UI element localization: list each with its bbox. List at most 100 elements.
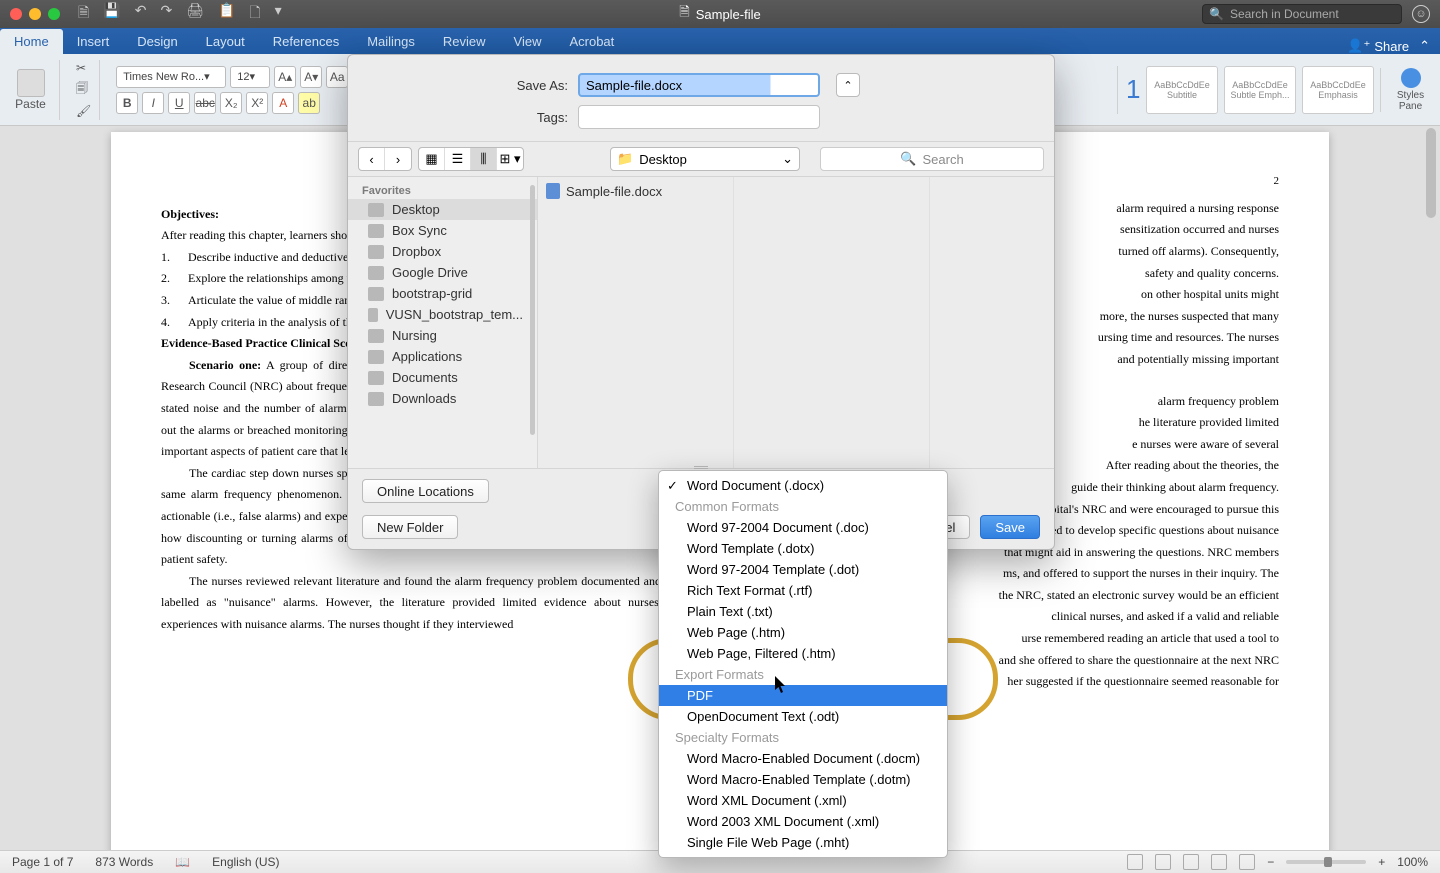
sidebar-item-desktop[interactable]: Desktop (348, 199, 537, 220)
zoom-in-icon[interactable]: + (1378, 855, 1385, 869)
subscript-button[interactable]: X₂ (220, 92, 242, 114)
zoom-slider[interactable] (1286, 860, 1366, 864)
font-color-button[interactable]: A (272, 92, 294, 114)
sidebar-item-nursing[interactable]: Nursing (348, 325, 537, 346)
style-subtitle[interactable]: AaBbCcDdEeSubtitle (1146, 66, 1218, 114)
tab-references[interactable]: References (259, 29, 353, 54)
paste-icon[interactable]: 📋 (218, 2, 235, 26)
share-button[interactable]: 👤⁺ Share (1347, 38, 1409, 54)
new-doc-icon[interactable]: 🗋 (249, 2, 260, 26)
styles-pane-button[interactable]: Styles Pane (1380, 68, 1430, 112)
sidebar-item-bootstrap[interactable]: bootstrap-grid (348, 283, 537, 304)
tab-acrobat[interactable]: Acrobat (555, 29, 628, 54)
nav-back-forward[interactable]: ‹ › (358, 147, 412, 171)
sidebar-item-documents[interactable]: Documents (348, 367, 537, 388)
format-painter-icon[interactable]: 🖌 (76, 104, 91, 118)
status-words[interactable]: 873 Words (95, 855, 153, 869)
format-option-dotm[interactable]: Word Macro-Enabled Template (.dotm) (659, 769, 947, 790)
undo-icon[interactable]: ↶ (135, 2, 147, 26)
save-icon[interactable]: 💾 (103, 2, 120, 26)
strikethrough-button[interactable]: abc (194, 92, 216, 114)
format-option-mht[interactable]: Single File Web Page (.mht) (659, 832, 947, 853)
collapse-dialog-button[interactable]: ⌃ (836, 73, 860, 97)
tab-home[interactable]: Home (0, 29, 63, 54)
dropdown-icon[interactable]: ▾ (275, 2, 282, 26)
format-option-docm[interactable]: Word Macro-Enabled Document (.docm) (659, 748, 947, 769)
print-layout-icon[interactable] (1155, 854, 1171, 870)
online-locations-button[interactable]: Online Locations (362, 479, 489, 503)
tab-layout[interactable]: Layout (192, 29, 259, 54)
sidebar-item-applications[interactable]: Applications (348, 346, 537, 367)
grow-font-icon[interactable]: A▴ (274, 66, 296, 88)
sidebar-item-dropbox[interactable]: Dropbox (348, 241, 537, 262)
forward-icon[interactable]: › (385, 148, 411, 170)
new-folder-button[interactable]: New Folder (362, 515, 458, 539)
search-document[interactable]: 🔍 Search in Document (1202, 4, 1402, 24)
tags-input[interactable] (578, 105, 820, 129)
style-emphasis[interactable]: AaBbCcDdEeEmphasis (1302, 66, 1374, 114)
zoom-out-icon[interactable]: − (1267, 855, 1274, 869)
format-option-odt[interactable]: OpenDocument Text (.odt) (659, 706, 947, 727)
format-option-rtf[interactable]: Rich Text Format (.rtf) (659, 580, 947, 601)
format-option-docx[interactable]: Word Document (.docx) (659, 475, 947, 496)
vertical-scrollbar[interactable] (1424, 126, 1438, 850)
tab-insert[interactable]: Insert (63, 29, 124, 54)
format-option-htm-filtered[interactable]: Web Page, Filtered (.htm) (659, 643, 947, 664)
dialog-search[interactable]: 🔍 Search (820, 147, 1044, 171)
format-option-doc[interactable]: Word 97-2004 Document (.doc) (659, 517, 947, 538)
underline-button[interactable]: U (168, 92, 190, 114)
close-window-icon[interactable] (10, 8, 22, 20)
tab-mailings[interactable]: Mailings (353, 29, 429, 54)
file-row[interactable]: Sample-file.docx (546, 183, 725, 199)
copy-icon[interactable]: 🗐 (76, 79, 91, 100)
format-option-xml[interactable]: Word XML Document (.xml) (659, 790, 947, 811)
print-icon[interactable]: 🖨 (186, 2, 204, 26)
list-view-icon[interactable]: ☰ (445, 148, 471, 170)
zoom-window-icon[interactable] (48, 8, 60, 20)
autosave-icon[interactable]: 🗎 (78, 2, 89, 26)
font-size-combo[interactable]: 12 ▾ (230, 66, 270, 88)
format-option-dotx[interactable]: Word Template (.dotx) (659, 538, 947, 559)
focus-mode-icon[interactable] (1127, 854, 1143, 870)
file-column-2[interactable] (734, 177, 930, 468)
font-name-combo[interactable]: Times New Ro... ▾ (116, 66, 226, 88)
minimize-window-icon[interactable] (29, 8, 41, 20)
filename-input[interactable] (578, 73, 820, 97)
bold-button[interactable]: B (116, 92, 138, 114)
tab-view[interactable]: View (500, 29, 556, 54)
format-option-htm[interactable]: Web Page (.htm) (659, 622, 947, 643)
sidebar-item-vusn[interactable]: VUSN_bootstrap_tem... (348, 304, 537, 325)
highlight-button[interactable]: ab (298, 92, 320, 114)
clipboard-icon[interactable] (17, 69, 45, 97)
scroll-thumb[interactable] (1426, 128, 1436, 218)
column-view-icon[interactable]: ⫼ (471, 148, 497, 170)
back-icon[interactable]: ‹ (359, 148, 385, 170)
collapse-ribbon-icon[interactable]: ⌃ (1419, 38, 1430, 54)
icon-view-icon[interactable]: ▦ (419, 148, 445, 170)
help-icon[interactable]: ☺ (1412, 5, 1430, 23)
format-option-pdf[interactable]: PDF (659, 685, 947, 706)
spellcheck-icon[interactable]: 📖 (175, 855, 190, 869)
zoom-percent[interactable]: 100% (1397, 855, 1428, 869)
format-option-dot[interactable]: Word 97-2004 Template (.dot) (659, 559, 947, 580)
format-option-txt[interactable]: Plain Text (.txt) (659, 601, 947, 622)
file-column-1[interactable]: Sample-file.docx (538, 177, 734, 468)
status-language[interactable]: English (US) (212, 855, 279, 869)
status-page[interactable]: Page 1 of 7 (12, 855, 73, 869)
draft-icon[interactable] (1239, 854, 1255, 870)
view-segment[interactable]: ▦ ☰ ⫼ ⊞ ▾ (418, 147, 524, 171)
cut-icon[interactable]: ✂ (76, 61, 91, 75)
superscript-button[interactable]: X² (246, 92, 268, 114)
tab-design[interactable]: Design (123, 29, 191, 54)
save-button[interactable]: Save (980, 515, 1040, 539)
redo-icon[interactable]: ↷ (160, 2, 172, 26)
sidebar-item-downloads[interactable]: Downloads (348, 388, 537, 409)
file-column-3[interactable] (930, 177, 1054, 468)
location-combo[interactable]: 📁 Desktop ⌄ (610, 147, 800, 171)
shrink-font-icon[interactable]: A▾ (300, 66, 322, 88)
italic-button[interactable]: I (142, 92, 164, 114)
change-case-icon[interactable]: Aa (326, 66, 348, 88)
web-layout-icon[interactable] (1183, 854, 1199, 870)
tab-review[interactable]: Review (429, 29, 500, 54)
gallery-view-icon[interactable]: ⊞ ▾ (497, 148, 523, 170)
